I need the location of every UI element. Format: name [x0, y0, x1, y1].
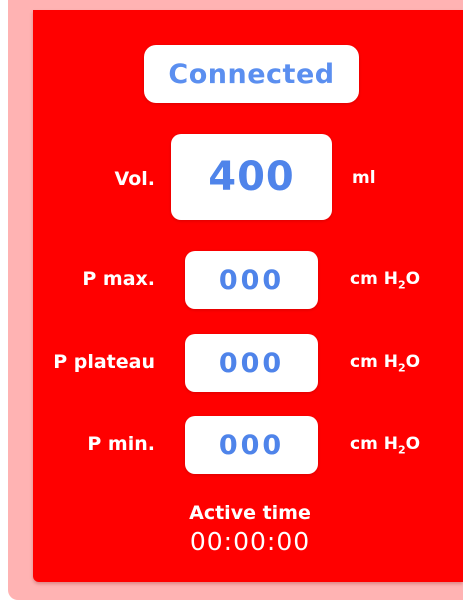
volume-value-display: 400: [171, 134, 332, 220]
connection-status-text: Connected: [168, 58, 335, 90]
p-min-value: 000: [218, 429, 285, 461]
p-plateau-unit: cm H2O: [350, 352, 421, 375]
p-max-label: P max.: [82, 268, 155, 290]
active-time-value: 00:00:00: [189, 527, 311, 556]
volume-value: 400: [208, 154, 295, 200]
active-time-label: Active time: [189, 502, 311, 524]
ventilator-monitor-window: Connected Vol. 400 ml P max. 000 cm H2O …: [0, 0, 463, 605]
p-min-value-display: 000: [185, 416, 318, 474]
volume-label: Vol.: [114, 168, 155, 190]
p-max-value: 000: [218, 264, 285, 296]
p-min-label: P min.: [87, 433, 155, 455]
p-plateau-label: P plateau: [53, 351, 155, 373]
volume-unit: ml: [352, 168, 376, 188]
p-max-unit: cm H2O: [350, 269, 421, 292]
p-plateau-value-display: 000: [185, 334, 318, 392]
p-max-value-display: 000: [185, 251, 318, 309]
connection-status-badge: Connected: [144, 45, 359, 103]
p-min-unit: cm H2O: [350, 434, 421, 457]
p-plateau-value: 000: [218, 347, 285, 379]
